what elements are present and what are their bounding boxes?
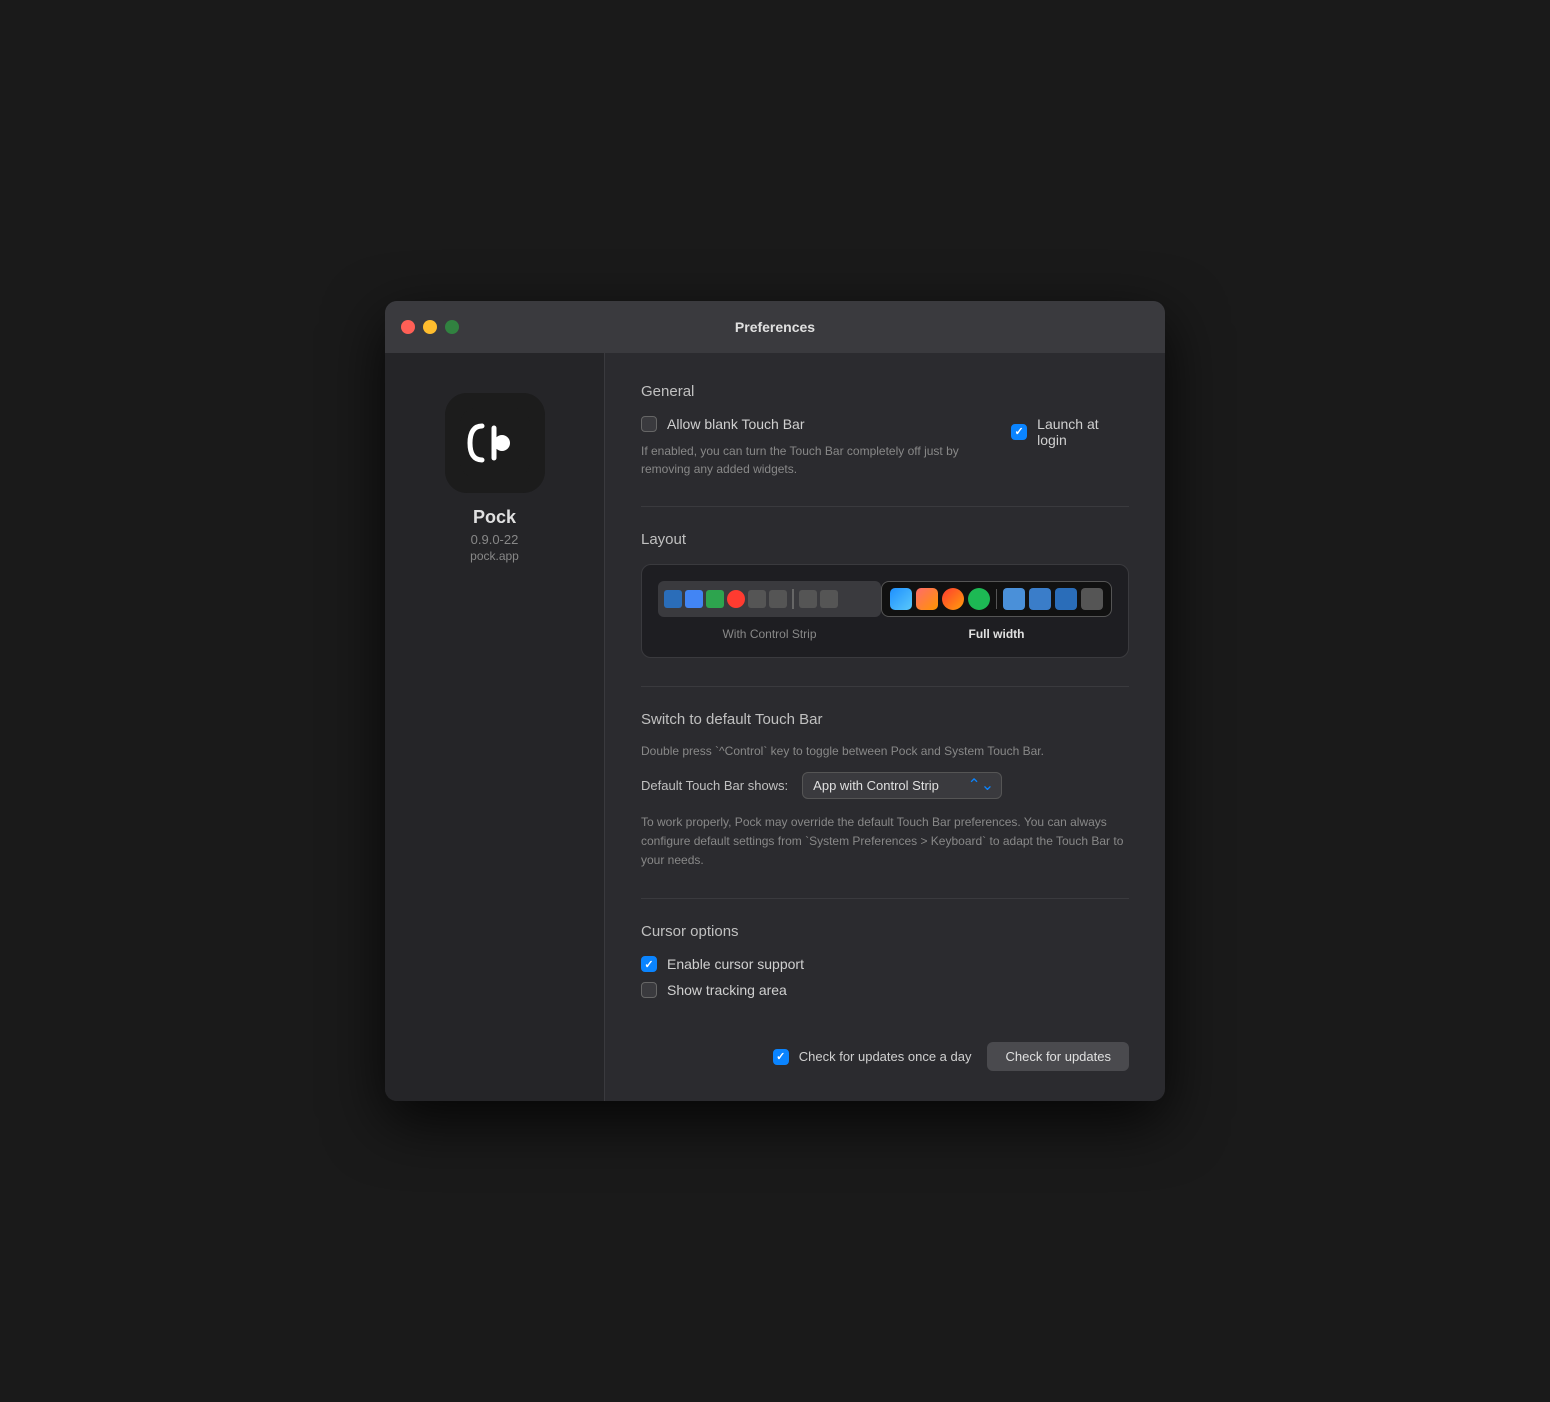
switch-section-title: Switch to default Touch Bar bbox=[641, 711, 1129, 728]
layout-option-full-width[interactable]: Full width bbox=[881, 581, 1112, 641]
app-website: pock.app bbox=[470, 549, 519, 563]
window-title: Preferences bbox=[735, 319, 815, 335]
allow-blank-checkbox[interactable] bbox=[641, 416, 657, 432]
fw-icon-spotify bbox=[968, 588, 990, 610]
window-body: Pock 0.9.0-22 pock.app General Allow bla… bbox=[385, 353, 1165, 1102]
main-content: General Allow blank Touch Bar If enabled… bbox=[605, 353, 1165, 1102]
cursor-section-title: Cursor options bbox=[641, 923, 1129, 940]
fw-icon-folder3 bbox=[1055, 588, 1077, 610]
switch-description: Double press `^Control` key to toggle be… bbox=[641, 744, 1129, 758]
titlebar: Preferences bbox=[385, 301, 1165, 353]
launch-at-login-checkbox[interactable] bbox=[1011, 424, 1027, 440]
select-wrapper: App with Control Strip App Expanded Full… bbox=[802, 772, 1002, 799]
show-tracking-checkbox[interactable] bbox=[641, 982, 657, 998]
enable-cursor-checkbox[interactable] bbox=[641, 956, 657, 972]
allow-blank-label: Allow blank Touch Bar bbox=[667, 416, 804, 432]
fw-icon-launchpad bbox=[916, 588, 938, 610]
maximize-button[interactable] bbox=[445, 320, 459, 334]
switch-section: Switch to default Touch Bar Double press… bbox=[641, 711, 1129, 871]
general-section: General Allow blank Touch Bar If enabled… bbox=[641, 383, 1129, 478]
fw-sep bbox=[996, 589, 997, 609]
pock-logo-svg bbox=[460, 408, 530, 478]
override-description: To work properly, Pock may override the … bbox=[641, 813, 1129, 871]
cs-icon-4 bbox=[727, 590, 745, 608]
cs-icon-3 bbox=[706, 590, 724, 608]
fw-icon-folder2 bbox=[1029, 588, 1051, 610]
cs-icon-6 bbox=[769, 590, 787, 608]
allow-blank-description: If enabled, you can turn the Touch Bar c… bbox=[641, 442, 1011, 478]
layout-section: Layout bbox=[641, 531, 1129, 658]
default-touchbar-row: Default Touch Bar shows: App with Contro… bbox=[641, 772, 1129, 799]
cs-icon-5 bbox=[748, 590, 766, 608]
cs-icon-8 bbox=[820, 590, 838, 608]
app-icon-inner bbox=[445, 393, 545, 493]
show-tracking-row: Show tracking area bbox=[641, 982, 1129, 998]
cs-icon-1 bbox=[664, 590, 682, 608]
fw-icon-trash bbox=[1081, 588, 1103, 610]
general-left: Allow blank Touch Bar If enabled, you ca… bbox=[641, 416, 1011, 478]
divider-1 bbox=[641, 506, 1129, 507]
allow-blank-row: Allow blank Touch Bar bbox=[641, 416, 1011, 432]
check-for-updates-button[interactable]: Check for updates bbox=[987, 1042, 1129, 1071]
fw-icon-mission bbox=[942, 588, 964, 610]
bottom-row: Check for updates once a day Check for u… bbox=[641, 1026, 1129, 1071]
check-updates-row: Check for updates once a day bbox=[773, 1049, 972, 1065]
control-strip-preview bbox=[658, 581, 881, 617]
close-button[interactable] bbox=[401, 320, 415, 334]
enable-cursor-row: Enable cursor support bbox=[641, 956, 1129, 972]
check-once-a-day-label: Check for updates once a day bbox=[799, 1049, 972, 1064]
app-icon bbox=[445, 393, 545, 493]
cs-icon-7 bbox=[799, 590, 817, 608]
fw-icon-folder1 bbox=[1003, 588, 1025, 610]
sidebar: Pock 0.9.0-22 pock.app bbox=[385, 353, 605, 1102]
layout-section-title: Layout bbox=[641, 531, 1129, 548]
app-name: Pock bbox=[473, 507, 516, 528]
general-section-title: General bbox=[641, 383, 1129, 400]
fw-icon-finder bbox=[890, 588, 912, 610]
cursor-section: Cursor options Enable cursor support Sho… bbox=[641, 923, 1129, 998]
general-top-row: Allow blank Touch Bar If enabled, you ca… bbox=[641, 416, 1129, 478]
minimize-button[interactable] bbox=[423, 320, 437, 334]
layout-option-control-strip[interactable]: With Control Strip bbox=[658, 581, 881, 641]
layout-options: With Control Strip bbox=[641, 564, 1129, 658]
default-touchbar-select[interactable]: App with Control Strip App Expanded Full… bbox=[802, 772, 1002, 799]
default-touchbar-label: Default Touch Bar shows: bbox=[641, 778, 788, 793]
preferences-window: Preferences Pock 0.9.0-2 bbox=[385, 301, 1165, 1102]
cs-icon-2 bbox=[685, 590, 703, 608]
app-version: 0.9.0-22 bbox=[471, 532, 519, 547]
full-width-preview bbox=[881, 581, 1112, 617]
launch-at-login-label: Launch at login bbox=[1037, 416, 1129, 448]
cs-sep bbox=[792, 589, 794, 609]
traffic-lights bbox=[401, 320, 459, 334]
check-once-a-day-checkbox[interactable] bbox=[773, 1049, 789, 1065]
launch-at-login-row: Launch at login bbox=[1011, 416, 1129, 448]
enable-cursor-label: Enable cursor support bbox=[667, 956, 804, 972]
control-strip-label: With Control Strip bbox=[722, 627, 816, 641]
show-tracking-label: Show tracking area bbox=[667, 982, 787, 998]
divider-3 bbox=[641, 898, 1129, 899]
divider-2 bbox=[641, 686, 1129, 687]
full-width-label: Full width bbox=[969, 627, 1025, 641]
